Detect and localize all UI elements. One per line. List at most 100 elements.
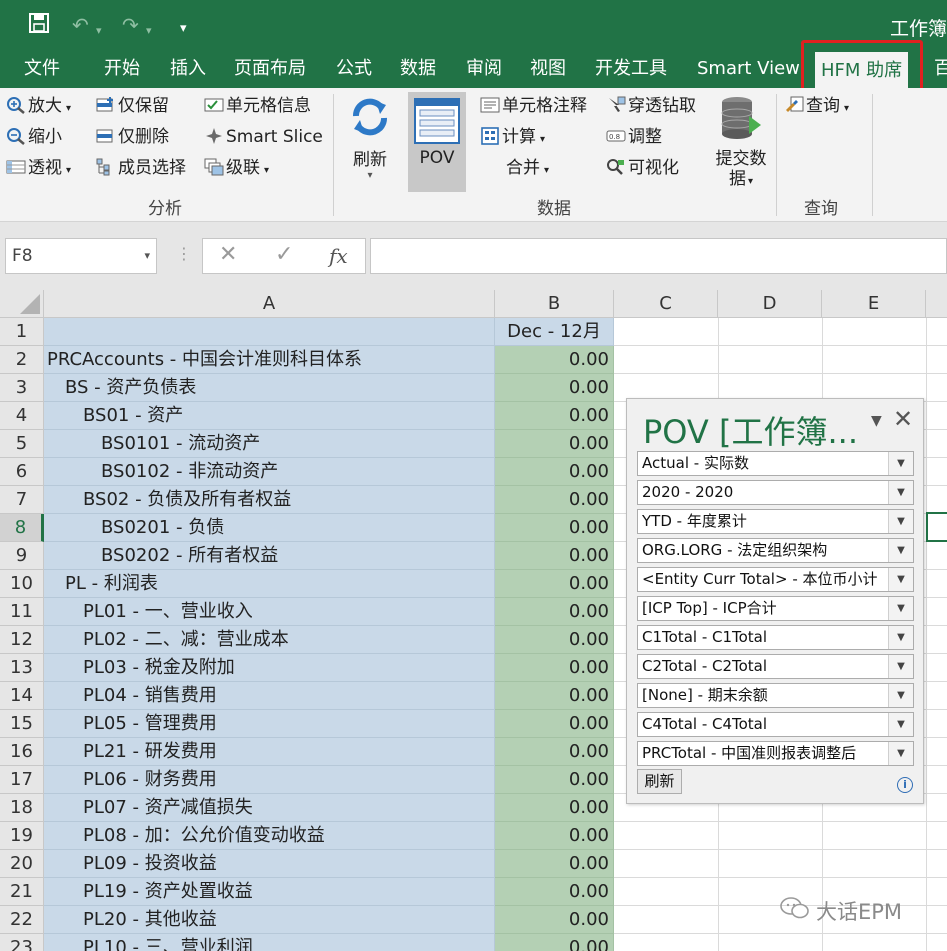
smart-slice-button[interactable]: Smart Slice <box>204 125 323 149</box>
value-cell[interactable]: 0.00 <box>495 654 614 682</box>
row-header[interactable]: 8 <box>0 514 44 542</box>
tab-more[interactable]: 百 <box>934 50 947 88</box>
chevron-down-icon[interactable]: ▼ <box>888 742 913 765</box>
account-cell[interactable]: PL04 - 销售费用 <box>44 682 495 710</box>
row-header[interactable]: 17 <box>0 766 44 794</box>
value-cell[interactable]: 0.00 <box>495 850 614 878</box>
account-cell[interactable]: BS0102 - 非流动资产 <box>44 458 495 486</box>
formula-input[interactable] <box>370 238 947 274</box>
customize-toolbar-icon[interactable]: ▾ <box>180 16 187 42</box>
member-select-button[interactable]: 成员选择 <box>96 156 186 180</box>
value-cell[interactable]: 0.00 <box>495 542 614 570</box>
undo-icon[interactable]: ↶ <box>72 12 89 38</box>
account-cell[interactable]: PL19 - 资产处置收益 <box>44 878 495 906</box>
pivot-button[interactable]: 透视 ▾ <box>6 156 71 183</box>
tab-view[interactable]: 视图 <box>530 50 566 88</box>
redo-dropdown-icon[interactable]: ▾ <box>146 18 152 44</box>
pov-dimension-select[interactable]: C4Total - C4Total ▼ <box>637 712 914 737</box>
row-header[interactable]: 11 <box>0 598 44 626</box>
chevron-down-icon[interactable]: ▼ <box>888 655 913 678</box>
column-header-e[interactable]: E <box>822 290 926 318</box>
account-cell[interactable]: PL06 - 财务费用 <box>44 766 495 794</box>
row-header[interactable]: 23 <box>0 934 44 951</box>
row-header[interactable]: 21 <box>0 878 44 906</box>
tab-insert[interactable]: 插入 <box>170 50 206 88</box>
keep-only-button[interactable]: 仅保留 <box>96 94 169 118</box>
account-cell[interactable]: BS01 - 资产 <box>44 402 495 430</box>
tab-review[interactable]: 审阅 <box>466 50 502 88</box>
pov-dimension-select[interactable]: 2020 - 2020 ▼ <box>637 480 914 505</box>
row-header[interactable]: 6 <box>0 458 44 486</box>
refresh-button[interactable]: 刷新 ▾ <box>342 94 398 181</box>
row-header[interactable]: 18 <box>0 794 44 822</box>
pov-dimension-select[interactable]: ORG.LORG - 法定组织架构 ▼ <box>637 538 914 563</box>
row-header[interactable]: 12 <box>0 626 44 654</box>
row-header[interactable]: 1 <box>0 318 44 346</box>
row-header[interactable]: 13 <box>0 654 44 682</box>
value-cell[interactable]: 0.00 <box>495 878 614 906</box>
pov-dimension-select[interactable]: C1Total - C1Total ▼ <box>637 625 914 650</box>
tab-home[interactable]: 开始 <box>104 50 140 88</box>
name-box-dropdown-icon[interactable]: ▾ <box>144 239 150 273</box>
pov-refresh-button[interactable]: 刷新 <box>637 769 682 794</box>
account-cell[interactable]: BS02 - 负债及所有者权益 <box>44 486 495 514</box>
chevron-down-icon[interactable]: ▼ <box>888 481 913 504</box>
selected-cell-f8[interactable] <box>926 512 947 542</box>
tab-formulas[interactable]: 公式 <box>336 50 372 88</box>
cascade-button[interactable]: 级联 ▾ <box>204 156 269 183</box>
value-cell[interactable]: 0.00 <box>495 906 614 934</box>
tab-smart-view[interactable]: Smart View <box>697 50 800 88</box>
row-header[interactable]: 20 <box>0 850 44 878</box>
row-header[interactable]: 15 <box>0 710 44 738</box>
value-cell[interactable]: 0.00 <box>495 514 614 542</box>
name-box[interactable]: F8 ▾ <box>5 238 157 274</box>
column-header-d[interactable]: D <box>718 290 822 318</box>
period-header-cell[interactable]: Dec - 12月 <box>495 318 614 346</box>
pov-dimension-select[interactable]: Actual - 实际数 ▼ <box>637 451 914 476</box>
value-cell[interactable]: 0.00 <box>495 346 614 374</box>
account-cell[interactable]: PL21 - 研发费用 <box>44 738 495 766</box>
info-icon[interactable]: i <box>897 777 913 793</box>
select-all-corner[interactable] <box>0 290 44 318</box>
header-cell-a[interactable] <box>44 318 495 346</box>
value-cell[interactable]: 0.00 <box>495 486 614 514</box>
value-cell[interactable]: 0.00 <box>495 794 614 822</box>
visualize-button[interactable]: 可视化 <box>606 156 679 180</box>
account-cell[interactable]: PL09 - 投资收益 <box>44 850 495 878</box>
row-header[interactable]: 5 <box>0 430 44 458</box>
account-cell[interactable]: PL10 - 三、营业利润 <box>44 934 495 951</box>
zoom-in-button[interactable]: 放大 ▾ <box>6 94 71 121</box>
value-cell[interactable]: 0.00 <box>495 710 614 738</box>
row-header[interactable]: 19 <box>0 822 44 850</box>
value-cell[interactable]: 0.00 <box>495 822 614 850</box>
tab-page-layout[interactable]: 页面布局 <box>234 50 306 88</box>
row-header[interactable]: 14 <box>0 682 44 710</box>
column-header-b[interactable]: B <box>495 290 614 318</box>
account-cell[interactable]: PL08 - 加：公允价值变动收益 <box>44 822 495 850</box>
value-cell[interactable]: 0.00 <box>495 598 614 626</box>
remove-only-button[interactable]: 仅删除 <box>96 125 169 149</box>
account-cell[interactable]: BS0202 - 所有者权益 <box>44 542 495 570</box>
chevron-down-icon[interactable]: ▼ <box>888 568 913 591</box>
value-cell[interactable]: 0.00 <box>495 766 614 794</box>
chevron-down-icon[interactable]: ▼ <box>888 452 913 475</box>
redo-icon[interactable]: ↷ <box>122 12 139 38</box>
row-header[interactable]: 3 <box>0 374 44 402</box>
value-cell[interactable]: 0.00 <box>495 626 614 654</box>
column-header-a[interactable]: A <box>44 290 495 318</box>
pov-dimension-select[interactable]: [ICP Top] - ICP合计 ▼ <box>637 596 914 621</box>
account-cell[interactable]: PL02 - 二、减：营业成本 <box>44 626 495 654</box>
cell-info-button[interactable]: 单元格信息 <box>204 94 311 118</box>
account-cell[interactable]: PL01 - 一、营业收入 <box>44 598 495 626</box>
undo-dropdown-icon[interactable]: ▾ <box>96 18 102 44</box>
value-cell[interactable]: 0.00 <box>495 402 614 430</box>
column-header-f[interactable] <box>926 290 947 318</box>
cell-comment-button[interactable]: 单元格注释 <box>480 94 587 118</box>
consolidate-button[interactable]: 合并 ▾ <box>506 156 549 183</box>
adjust-button[interactable]: 0.8 调整 <box>606 125 662 149</box>
pov-panel-menu-icon[interactable]: ▼ <box>871 413 882 429</box>
value-cell[interactable]: 0.00 <box>495 374 614 402</box>
account-cell[interactable]: PL07 - 资产减值损失 <box>44 794 495 822</box>
save-icon[interactable] <box>28 12 50 40</box>
pov-dimension-select[interactable]: C2Total - C2Total ▼ <box>637 654 914 679</box>
